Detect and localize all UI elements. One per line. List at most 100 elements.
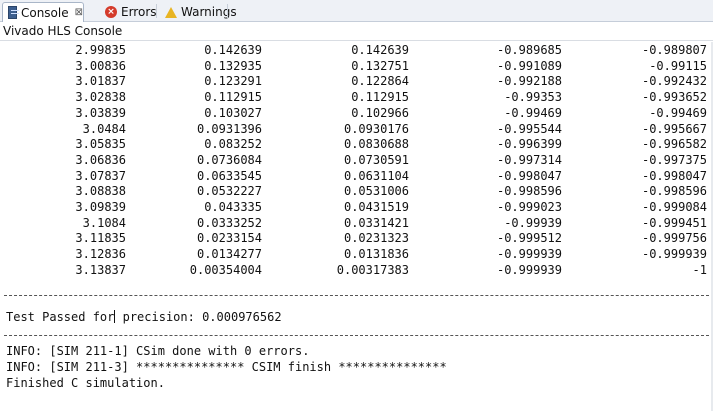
tab-console-label: Console: [20, 5, 69, 20]
info-line: INFO: [SIM 211-3] *************** CSIM f…: [6, 360, 447, 374]
output-cell: 0.112915: [204, 90, 262, 105]
output-cell: 0.0231323: [343, 231, 409, 246]
output-cell: 0.0233154: [196, 231, 262, 246]
output-cell: -0.998596: [496, 184, 562, 199]
close-tab-icon[interactable]: ⊠: [75, 7, 83, 18]
output-cell: 0.132751: [351, 58, 409, 73]
console-icon: [8, 6, 19, 19]
output-cell: 3.06836: [75, 152, 126, 167]
tab-warnings-label: Warnings: [181, 5, 237, 19]
info-line: Finished C simulation.: [6, 376, 165, 390]
output-row: 3.08838 0.0532227 0.0531006 -0.998596 -0.998…: [0, 184, 711, 200]
output-row: 3.13837 0.00354004 0.00317383 -0.999939 -1: [0, 263, 711, 279]
output-row: 3.09839 0.043335 0.0431519 -0.999023 -0.9990…: [0, 200, 711, 216]
tab-errors-label: Errors: [121, 5, 157, 19]
output-cell: 0.123291: [204, 74, 262, 89]
output-cell: -0.989807: [641, 43, 707, 57]
output-cell: 3.07837: [75, 168, 126, 183]
output-cell: -0.991089: [496, 58, 562, 73]
output-cell: -0.995544: [496, 121, 562, 136]
output-cell: 0.132935: [204, 58, 262, 73]
output-cell: 0.0830688: [343, 137, 409, 152]
output-cell: 0.0131836: [343, 247, 409, 262]
output-cell: 3.05835: [75, 137, 126, 152]
output-cell: 0.0736084: [196, 152, 262, 167]
output-cell: -0.993652: [641, 90, 707, 105]
output-cell: -0.999084: [641, 200, 707, 214]
output-cell: -0.996399: [496, 137, 562, 152]
output-cell: -0.989685: [496, 43, 562, 57]
output-cell: 3.02838: [75, 90, 126, 105]
output-cell: 0.142639: [204, 43, 262, 57]
output-cell: -0.99469: [649, 105, 707, 120]
output-cell: 3.00836: [75, 58, 126, 73]
output-row: 3.03839 0.103027 0.102966 -0.99469 -0.99469: [0, 106, 711, 122]
output-row: 3.06836 0.0736084 0.0730591 -0.997314 -0.997…: [0, 153, 711, 169]
output-cell: 0.0730591: [343, 152, 409, 167]
output-cell: -0.995667: [641, 121, 707, 136]
console-output[interactable]: 2.99835 0.142639 0.142639 -0.989685 -0.98980…: [0, 42, 711, 411]
output-cell: -1: [692, 262, 707, 277]
output-cell: -0.999756: [641, 231, 707, 246]
output-cell: 3.0484: [82, 121, 126, 136]
output-cell: 3.08838: [75, 184, 126, 199]
output-cell: 3.09839: [75, 200, 126, 214]
output-cell: 0.0532227: [196, 184, 262, 199]
output-cell: -0.999023: [496, 200, 562, 214]
output-cell: 3.13837: [75, 262, 126, 277]
output-row: 3.02838 0.112915 0.112915 -0.99353 -0.993652: [0, 90, 711, 106]
output-row: 3.1084 0.0333252 0.0331421 -0.99939 -0.99945…: [0, 216, 711, 232]
output-cell: 0.0531006: [343, 184, 409, 199]
output-row: 3.05835 0.083252 0.0830688 -0.996399 -0.9965…: [0, 137, 711, 153]
output-cell: 3.12836: [75, 247, 126, 262]
output-cell: 0.083252: [204, 137, 262, 152]
console-title: Vivado HLS Console: [0, 22, 713, 41]
tab-separator: [227, 4, 228, 18]
output-cell: 3.1084: [82, 215, 126, 230]
output-row: 3.0484 0.0931396 0.0930176 -0.995544 -0.9956…: [0, 122, 711, 138]
output-cell: 3.03839: [75, 105, 126, 120]
output-row: 3.12836 0.0134277 0.0131836 -0.999939 -0.999…: [0, 247, 711, 263]
output-cell: -0.99469: [504, 105, 562, 120]
tab-console[interactable]: Console ⊠: [2, 2, 84, 22]
output-row: 3.11835 0.0233154 0.0231323 -0.999512 -0.999…: [0, 231, 711, 247]
output-row: 3.01837 0.123291 0.122864 -0.992188 -0.99243…: [0, 74, 711, 90]
output-cell: -0.992432: [641, 74, 707, 89]
output-cell: 3.11835: [75, 231, 126, 246]
output-row: 3.07837 0.0633545 0.0631104 -0.998047 -0.998…: [0, 169, 711, 185]
output-cell: 0.00354004: [189, 262, 262, 277]
output-row: 3.00836 0.132935 0.132751 -0.991089 -0.99115: [0, 59, 711, 75]
console-tab-bar: Console ⊠ × Errors Warnings: [0, 0, 713, 22]
tab-warnings[interactable]: Warnings: [160, 2, 237, 22]
output-cell: 0.043335: [204, 200, 262, 214]
output-cell: 0.0931396: [196, 121, 262, 136]
warnings-icon: [165, 6, 177, 18]
output-cell: -0.999512: [496, 231, 562, 246]
output-cell: 0.0930176: [343, 121, 409, 136]
output-cell: 0.00317383: [336, 262, 409, 277]
output-cell: -0.997314: [496, 152, 562, 167]
output-cell: -0.998596: [641, 184, 707, 199]
test-result-line: Test Passed for precision: 0.000976562: [6, 310, 282, 324]
output-divider: [4, 335, 709, 336]
output-cell: -0.99115: [649, 58, 707, 73]
output-cell: -0.997375: [641, 152, 707, 167]
output-cell: 0.0633545: [196, 168, 262, 183]
output-cell: 0.102966: [351, 105, 409, 120]
output-cell: -0.992188: [496, 74, 562, 89]
output-cell: 0.122864: [351, 74, 409, 89]
output-cell: -0.998047: [496, 168, 562, 183]
output-cell: 3.01837: [75, 74, 126, 89]
test-result-prefix: Test Passed for: [6, 310, 115, 324]
tab-separator: [156, 4, 157, 18]
output-cell: 2.99835: [75, 43, 126, 57]
output-row: 2.99835 0.142639 0.142639 -0.989685 -0.98980…: [0, 43, 711, 59]
output-divider: [4, 295, 709, 296]
output-cell: 0.0134277: [196, 247, 262, 262]
errors-icon: ×: [105, 6, 117, 18]
output-cell: -0.996582: [641, 137, 707, 152]
output-cell: 0.0333252: [196, 215, 262, 230]
output-cell: -0.99353: [504, 90, 562, 105]
info-line: INFO: [SIM 211-1] CSim done with 0 error…: [6, 344, 310, 358]
tab-errors[interactable]: × Errors: [100, 2, 157, 22]
